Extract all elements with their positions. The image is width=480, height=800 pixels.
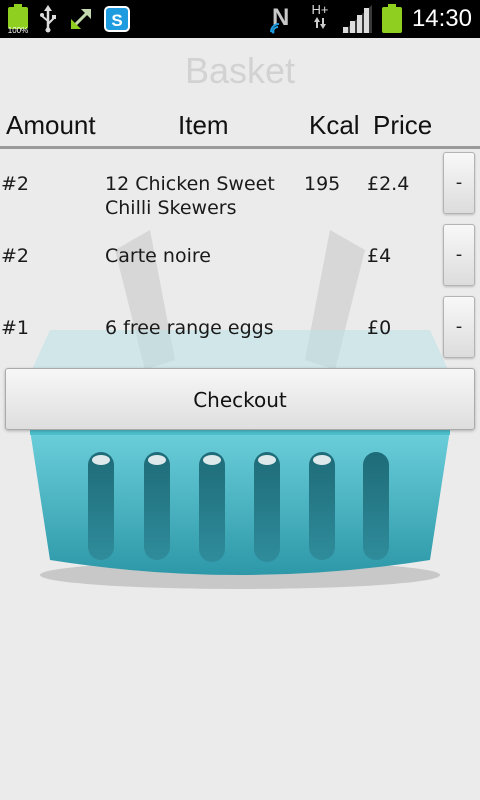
row-item-line1: 12 Chicken Sweet [105,173,275,195]
battery-icon [381,4,402,34]
header-item: Item [178,110,229,140]
basket-row: #1 6 free range eggs £0 - [0,296,480,358]
battery-percent-label: 100% [7,26,29,35]
row-price: £4 [367,245,392,267]
remove-item-button[interactable]: - [443,224,475,286]
basket-row: #2 12 Chicken Sweet Chilli Skewers 195 £… [0,152,480,219]
row-price: £0 [367,317,392,339]
row-item: 12 Chicken Sweet Chilli Skewers [105,172,275,220]
remove-item-button[interactable]: - [443,152,475,214]
header-amount: Amount [6,110,96,140]
sync-arrows-icon [71,9,91,29]
network-type-label: H+ [311,2,329,17]
status-bar: 100% S N H+ 14:30 [0,0,480,38]
signal-strength-icon [341,5,372,33]
battery-full-icon: 100% [8,4,28,35]
skype-icon: S [104,6,130,32]
header-kcal: Kcal [309,110,360,140]
row-item-line2: Chilli Skewers [105,197,237,219]
row-amount: #2 [1,173,30,195]
checkout-button[interactable]: Checkout [5,368,475,430]
remove-item-button[interactable]: - [443,296,475,358]
usb-icon [40,5,56,33]
page-title: Basket [184,50,296,91]
data-arrows-icon [313,17,326,29]
row-kcal: 195 [304,173,341,195]
row-amount: #2 [1,245,30,267]
clock: 14:30 [411,5,472,32]
row-item: Carte noire [105,245,211,267]
row-amount: #1 [1,317,30,339]
row-item: 6 free range eggs [105,317,274,339]
nfc-icon: N [269,4,298,34]
basket-row: #2 Carte noire £4 - [0,224,480,286]
row-price: £2.4 [367,173,410,195]
header-price: Price [373,110,433,140]
data-network-icon: H+ [308,2,332,34]
header-divider [0,146,480,149]
wifi-small-icon [269,23,280,34]
